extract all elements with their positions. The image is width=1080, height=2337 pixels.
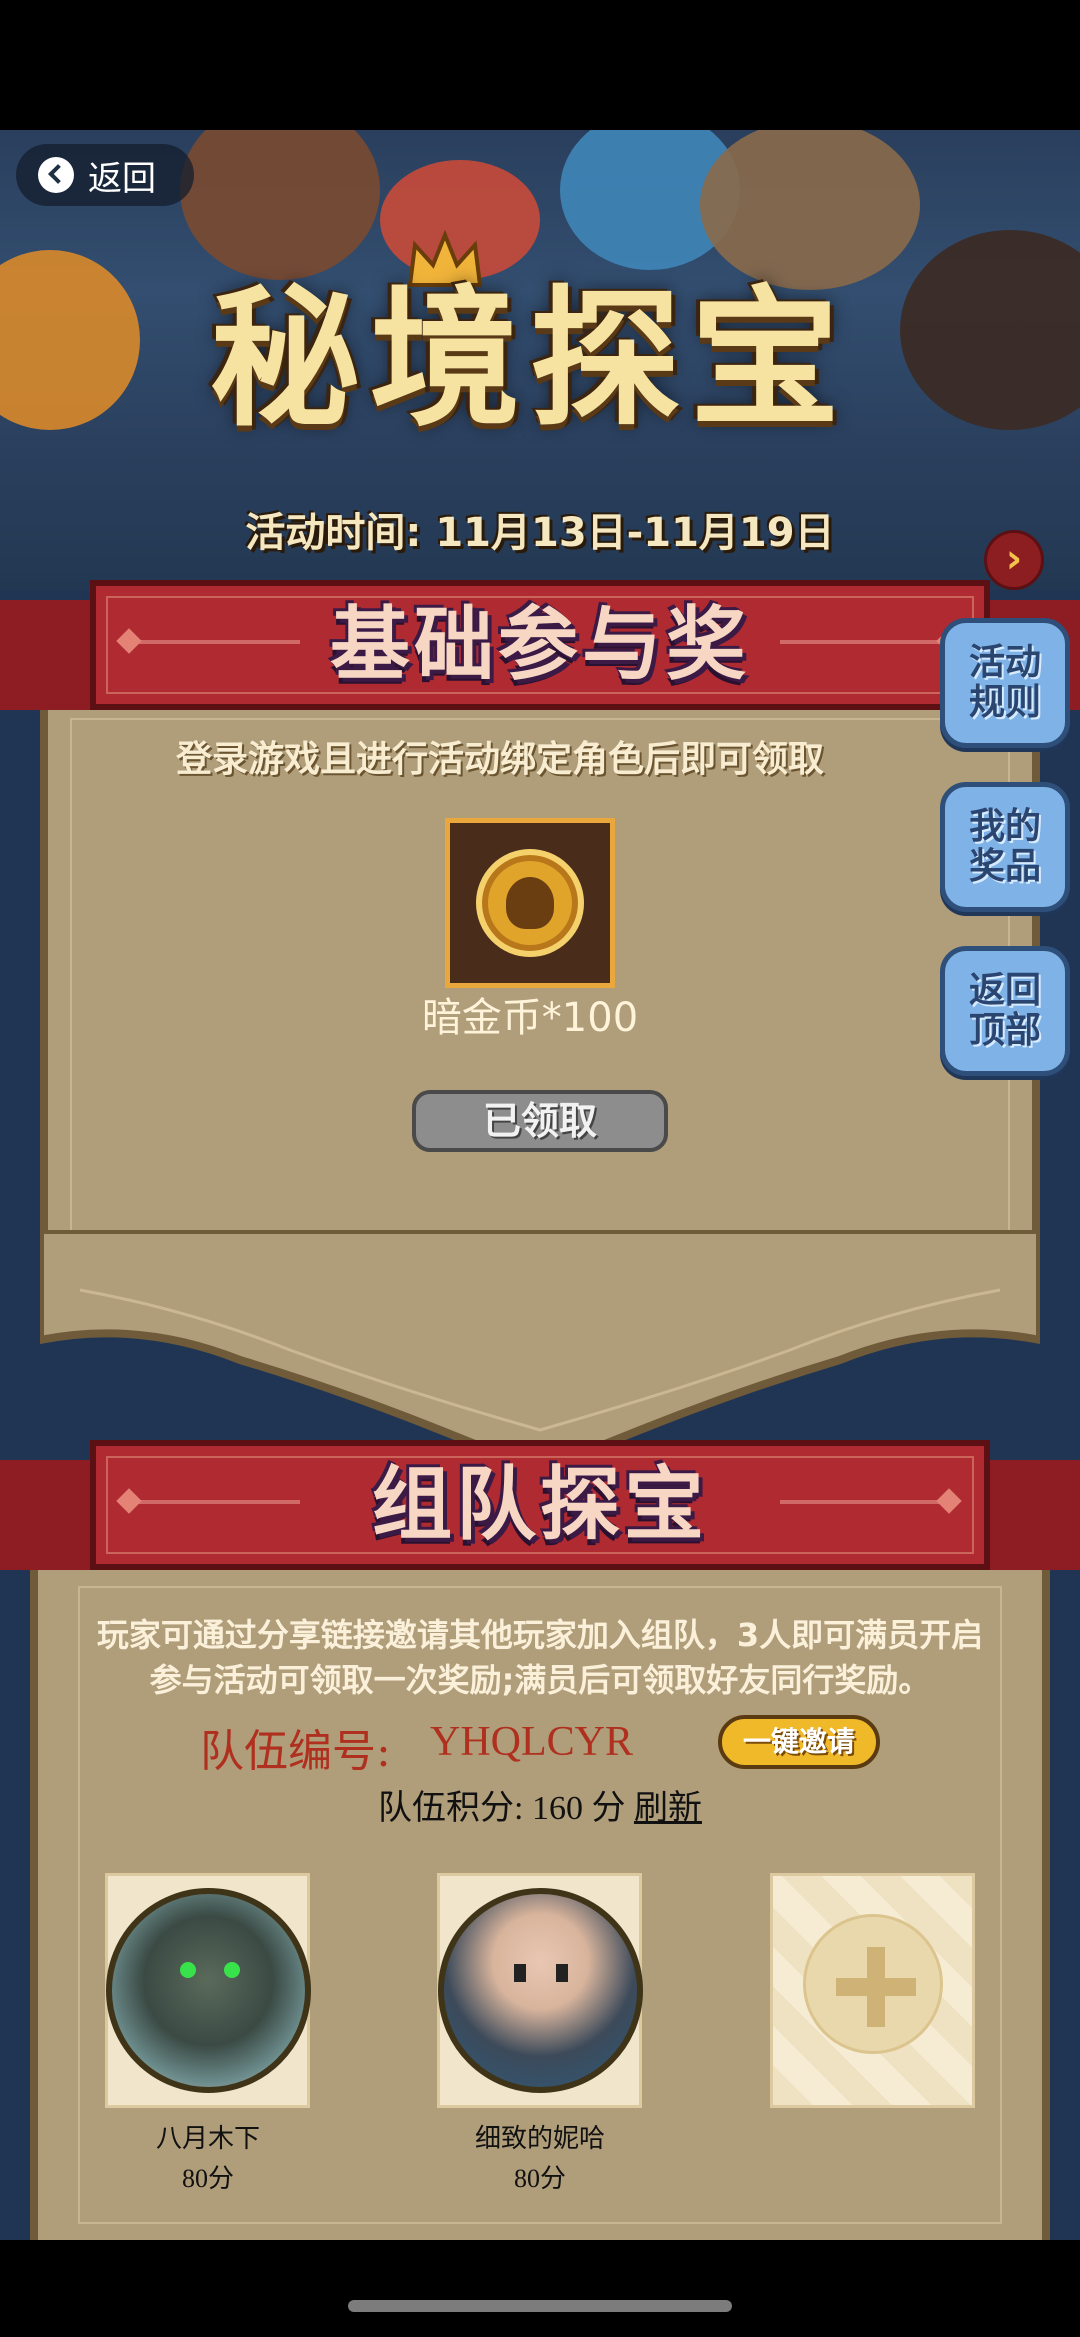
team-description-line1: 玩家可通过分享链接邀请其他玩家加入组队，3人即可满员开启: [96, 1616, 984, 1654]
reward-item-label: 暗金币*100: [421, 995, 639, 1041]
add-member-icon: [803, 1914, 943, 2054]
character-art: [700, 130, 920, 290]
basic-reward-title: 基础参与奖: [330, 598, 750, 691]
reward-item-box: [445, 818, 615, 988]
back-label: 返回: [88, 158, 156, 199]
my-prizes-button[interactable]: 我的 奖品: [940, 782, 1070, 912]
team-banner: 组队探宝: [0, 1440, 1080, 1590]
activity-rules-label: 活动 规则: [968, 642, 1041, 723]
skull-icon: [506, 877, 554, 929]
status-bar-area: [0, 0, 1080, 130]
member-card[interactable]: [437, 1873, 643, 2108]
home-indicator: [348, 2300, 732, 2312]
team-id-label: 队伍编号:: [200, 1726, 391, 1777]
event-time: 活动时间: 11月13日-11月19日: [245, 510, 835, 556]
team-id-value: YHQLCYR: [430, 1719, 634, 1765]
avatar: [106, 1888, 311, 2093]
team-score-value: 160 分: [531, 1790, 626, 1827]
one-click-invite-button[interactable]: 一键邀请: [718, 1715, 880, 1769]
claimed-button[interactable]: 已领取: [412, 1090, 668, 1152]
member-card[interactable]: [105, 1873, 311, 2108]
team-score-label: 队伍积分:: [378, 1790, 524, 1827]
activity-rules-button[interactable]: 活动 规则: [940, 618, 1070, 748]
team-title: 组队探宝: [372, 1458, 708, 1551]
dark-gold-coin-icon: [476, 849, 584, 957]
member-score: 80分: [513, 2164, 566, 2193]
basic-reward-description: 登录游戏且进行活动绑定角色后即可领取: [175, 738, 824, 780]
back-to-top-button[interactable]: 返回 顶部: [940, 946, 1070, 1076]
back-arrow-icon: [38, 157, 74, 193]
character-art: [180, 130, 380, 280]
panel-bottom-shield: [40, 1230, 1040, 1470]
my-prizes-label: 我的 奖品: [968, 806, 1041, 887]
member-score: 80分: [181, 2164, 234, 2193]
basic-reward-banner: 基础参与奖: [0, 580, 1080, 730]
event-page[interactable]: 秘境探宝 活动时间: 11月13日-11月19日 返回 › 基础参与奖 登录游戏…: [0, 130, 1080, 2240]
avatar: [438, 1888, 643, 2093]
back-to-top-label: 返回 顶部: [968, 970, 1041, 1051]
empty-member-slot[interactable]: [770, 1873, 975, 2108]
member-name: 细致的妮哈: [474, 2124, 605, 2154]
team-score-line: 队伍积分: 160 分 刷新: [300, 1780, 780, 1829]
team-description-line2: 参与活动可领取一次奖励;满员后可领取好友同行奖励。: [149, 1661, 931, 1699]
refresh-link[interactable]: 刷新: [634, 1790, 702, 1827]
back-button[interactable]: 返回: [16, 144, 194, 206]
member-name: 八月木下: [155, 2124, 260, 2154]
event-title: 秘境探宝: [209, 273, 850, 447]
